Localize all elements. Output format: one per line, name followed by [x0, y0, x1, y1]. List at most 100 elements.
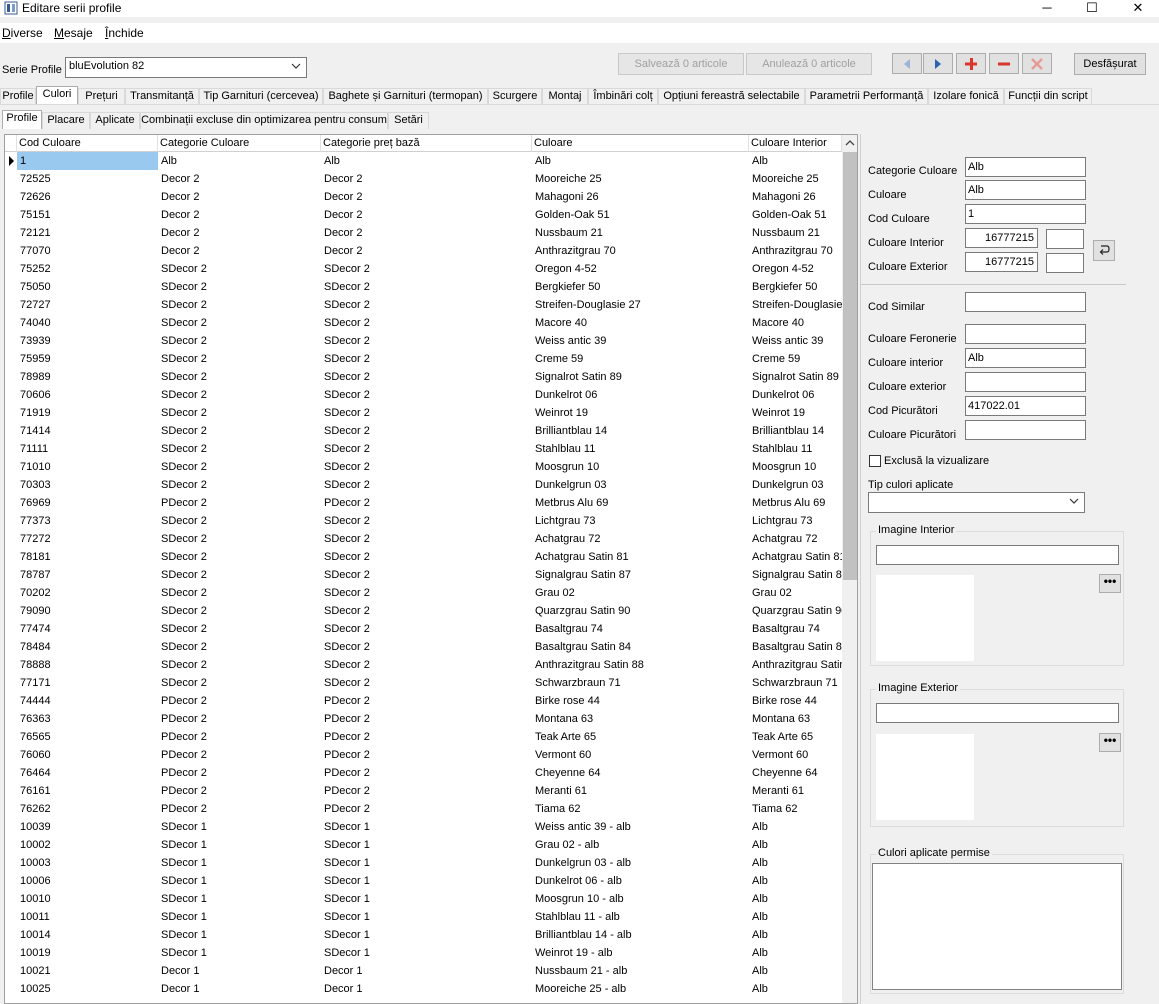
row-header[interactable] — [5, 836, 17, 854]
maximize-button[interactable]: ☐ — [1069, 0, 1115, 16]
cell-culoare-interior[interactable]: Stahlblau 11 — [749, 440, 842, 458]
tab-scurgere[interactable]: Scurgere — [488, 88, 542, 105]
colors-grid[interactable]: Cod Culoare Categorie Culoare Categorie … — [4, 134, 858, 1004]
cell-culoare[interactable]: Achatgrau Satin 81 — [532, 548, 749, 566]
tab-optiuni-fereastra[interactable]: Opțiuni fereastră selectabile — [658, 88, 805, 105]
row-header[interactable] — [5, 368, 17, 386]
column-header-categorie-culoare[interactable]: Categorie Culoare — [158, 135, 321, 152]
cell-cod-culoare[interactable]: 10039 — [17, 818, 158, 836]
cell-culoare-interior[interactable]: Nussbaum 21 — [749, 224, 842, 242]
culoare-field[interactable]: Alb — [965, 180, 1086, 200]
table-row[interactable]: 75151 Decor 2 Decor 2 Golden-Oak 51 Golden-O… — [5, 206, 841, 224]
table-row[interactable]: 76565 PDecor 2 PDecor 2 Teak Arte 65 Teak Ar… — [5, 728, 841, 746]
row-header[interactable] — [5, 170, 17, 188]
table-row[interactable]: 76464 PDecor 2 PDecor 2 Cheyenne 64 Cheyenne… — [5, 764, 841, 782]
imagine-exterior-path-field[interactable] — [876, 703, 1119, 723]
cell-culoare[interactable]: Anthrazitgrau 70 — [532, 242, 749, 260]
cell-culoare-interior[interactable]: Macore 40 — [749, 314, 842, 332]
table-row[interactable]: 77171 SDecor 2 SDecor 2 Schwarzbraun 71 Schw… — [5, 674, 841, 692]
cell-categorie-culoare[interactable]: SDecor 2 — [158, 332, 321, 350]
cell-categorie-pret-baza[interactable]: SDecor 2 — [321, 260, 532, 278]
cell-culoare-interior[interactable]: Mahagoni 26 — [749, 188, 842, 206]
cell-cod-culoare[interactable]: 77070 — [17, 242, 158, 260]
cell-culoare[interactable]: Macore 40 — [532, 314, 749, 332]
table-row[interactable]: 10006 SDecor 1 SDecor 1 Dunkelrot 06 - alb A… — [5, 872, 841, 890]
cell-culoare[interactable]: Anthrazitgrau Satin 88 — [532, 656, 749, 674]
row-header[interactable] — [5, 260, 17, 278]
cell-cod-culoare[interactable]: 70303 — [17, 476, 158, 494]
cell-culoare-interior[interactable]: Creme 59 — [749, 350, 842, 368]
cell-categorie-culoare[interactable]: SDecor 2 — [158, 458, 321, 476]
row-header[interactable] — [5, 926, 17, 944]
table-row[interactable]: 77474 SDecor 2 SDecor 2 Basaltgrau 74 Basalt… — [5, 620, 841, 638]
cell-culoare-interior[interactable]: Dunkelgrun 03 — [749, 476, 842, 494]
cell-culoare-interior[interactable]: Streifen-Douglasie — [749, 296, 842, 314]
cell-culoare[interactable]: Moosgrun 10 - alb — [532, 890, 749, 908]
row-header[interactable] — [5, 782, 17, 800]
table-row[interactable]: 72727 SDecor 2 SDecor 2 Streifen-Douglasie … — [5, 296, 842, 314]
row-header[interactable] — [5, 674, 17, 692]
cell-categorie-pret-baza[interactable]: PDecor 2 — [321, 494, 532, 512]
row-header[interactable] — [5, 350, 17, 368]
cell-categorie-pret-baza[interactable]: SDecor 2 — [321, 530, 532, 548]
cell-culoare-interior[interactable]: Anthrazitgrau 70 — [749, 242, 842, 260]
cell-categorie-culoare[interactable]: Decor 1 — [158, 980, 321, 998]
cell-categorie-pret-baza[interactable]: SDecor 2 — [321, 584, 532, 602]
table-row[interactable]: 70606 SDecor 2 SDecor 2 Dunkelrot 06 Dunkelr… — [5, 386, 841, 404]
cell-categorie-culoare[interactable]: SDecor 2 — [158, 512, 321, 530]
cell-categorie-culoare[interactable]: SDecor 2 — [158, 314, 321, 332]
cell-cod-culoare[interactable]: 74444 — [17, 692, 158, 710]
cell-categorie-culoare[interactable]: SDecor 2 — [158, 566, 321, 584]
cell-culoare-interior[interactable]: Basaltgrau Satin 84 — [749, 638, 842, 656]
cell-cod-culoare[interactable]: 10010 — [17, 890, 158, 908]
cell-culoare[interactable]: Streifen-Douglasie 27 — [532, 296, 749, 314]
table-row[interactable]: 77070 Decor 2 Decor 2 Anthrazitgrau 70 Anthr… — [5, 242, 841, 260]
menu-diverse[interactable]: Diverse — [2, 26, 43, 40]
cell-categorie-culoare[interactable]: PDecor 2 — [158, 764, 321, 782]
table-row[interactable]: 70303 SDecor 2 SDecor 2 Dunkelgrun 03 Dunkel… — [5, 476, 841, 494]
cell-cod-culoare[interactable]: 76363 — [17, 710, 158, 728]
tab-baghete-garnituri[interactable]: Baghete și Garnituri (termopan) — [323, 88, 488, 105]
current-row-indicator[interactable] — [5, 152, 17, 170]
cell-culoare-interior[interactable]: Alb — [749, 836, 842, 854]
cell-culoare-interior[interactable]: Schwarzbraun 71 — [749, 674, 842, 692]
cell-culoare-interior[interactable]: Weinrot 19 — [749, 404, 842, 422]
cell-cod-culoare[interactable]: 10011 — [17, 908, 158, 926]
browse-exterior-button[interactable]: ••• — [1099, 733, 1121, 752]
table-row[interactable]: 75959 SDecor 2 SDecor 2 Creme 59 Creme 59 — [5, 350, 841, 368]
cell-categorie-culoare[interactable]: SDecor 1 — [158, 854, 321, 872]
cell-culoare-interior[interactable]: Alb — [749, 818, 842, 836]
cancel-record-button[interactable] — [1022, 53, 1052, 74]
tip-culori-dropdown[interactable] — [868, 492, 1085, 513]
table-row[interactable]: 78787 SDecor 2 SDecor 2 Signalgrau Satin 87… — [5, 566, 842, 584]
cell-cod-culoare[interactable]: 70606 — [17, 386, 158, 404]
add-record-button[interactable] — [956, 53, 986, 74]
cell-cod-culoare[interactable]: 10014 — [17, 926, 158, 944]
row-header[interactable] — [5, 584, 17, 602]
cell-culoare-interior[interactable]: Teak Arte 65 — [749, 728, 842, 746]
cell-cod-culoare[interactable]: 78181 — [17, 548, 158, 566]
tab-profile[interactable]: Profile — [0, 88, 36, 105]
cell-categorie-culoare[interactable]: SDecor 2 — [158, 602, 321, 620]
cell-categorie-culoare[interactable]: PDecor 2 — [158, 800, 321, 818]
cell-categorie-pret-baza[interactable]: PDecor 2 — [321, 728, 532, 746]
cell-culoare[interactable]: Weinrot 19 — [532, 404, 749, 422]
cell-categorie-pret-baza[interactable]: SDecor 2 — [321, 566, 532, 584]
table-row[interactable]: 77272 SDecor 2 SDecor 2 Achatgrau 72 Achatgr… — [5, 530, 841, 548]
cell-cod-culoare[interactable]: 75151 — [17, 206, 158, 224]
cell-culoare-interior[interactable]: Alb — [749, 890, 842, 908]
row-header[interactable] — [5, 296, 17, 314]
table-row[interactable]: 78888 SDecor 2 SDecor 2 Anthrazitgrau Satin… — [5, 656, 842, 674]
table-row[interactable]: 10011 SDecor 1 SDecor 1 Stahlblau 11 - alb A… — [5, 908, 841, 926]
culoare-exterior-code-field[interactable]: 16777215 — [965, 252, 1038, 272]
cell-culoare[interactable]: Alb — [532, 152, 749, 170]
cell-culoare-interior[interactable]: Alb — [749, 908, 842, 926]
culoare-exterior2-field[interactable] — [965, 372, 1086, 392]
table-row[interactable]: 78484 SDecor 2 SDecor 2 Basaltgrau Satin 84… — [5, 638, 842, 656]
cell-culoare-interior[interactable]: Alb — [749, 872, 842, 890]
cell-categorie-pret-baza[interactable]: Decor 1 — [321, 962, 532, 980]
subtab-profile[interactable]: Profile — [2, 110, 42, 129]
cell-cod-culoare[interactable]: 1 — [17, 152, 158, 170]
cell-culoare[interactable]: Brilliantblau 14 — [532, 422, 749, 440]
row-header[interactable] — [5, 944, 17, 962]
